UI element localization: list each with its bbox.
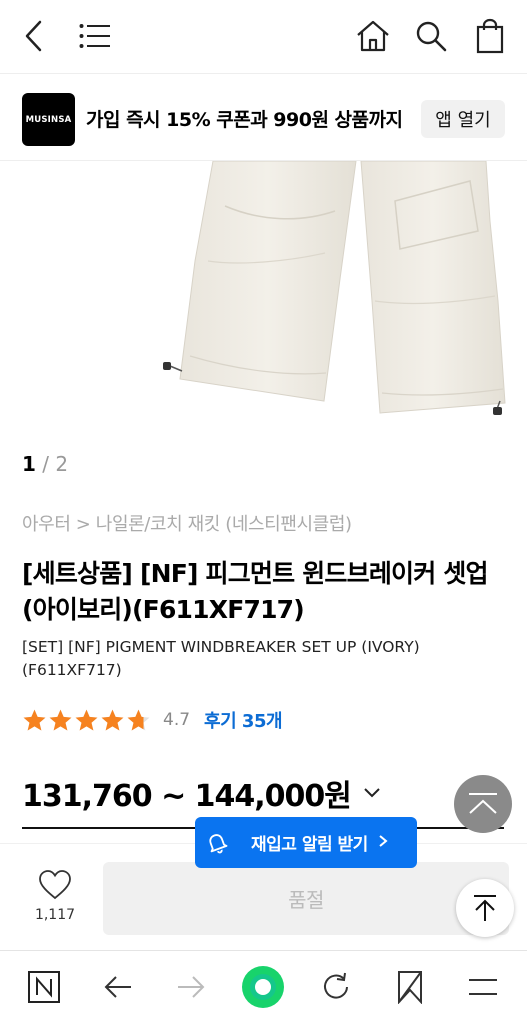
pager-current: 1 [22,452,36,476]
price-selector[interactable]: 131,760 ~ 144,000원 [22,772,381,814]
naver-n-icon[interactable] [22,965,66,1009]
bookmark-icon[interactable] [388,965,432,1009]
like-button[interactable]: 1,117 [28,869,82,923]
restock-label: 재입고 알림 받기 [251,835,368,855]
chevron-down-icon [363,787,381,799]
browser-toolbar [0,950,527,1024]
home-icon[interactable] [351,14,395,58]
arrow-top-icon [474,895,496,921]
product-subtitle: [SET] [NF] PIGMENT WINDBREAKER SET UP (I… [22,638,420,679]
star-icon [101,709,124,730]
chevron-right-icon [378,833,388,853]
soldout-button[interactable]: 품절 [103,862,509,935]
rating-row: 4.7 후기 35개 [22,704,283,736]
reviews-link[interactable]: 후기 35개 [204,707,283,733]
scroll-up-button[interactable] [454,775,512,833]
open-app-button[interactable]: 앱 열기 [421,100,505,138]
pager-total: 2 [55,452,69,476]
image-pager: 1 / 2 [22,452,68,476]
heart-icon [39,870,71,900]
restock-alert-button[interactable]: 재입고 알림 받기 [195,817,417,868]
product-title: [세트상품] [NF] 피그먼트 윈드브레이커 셋업 (아이보리)(F611XF… [22,559,489,624]
star-icon [127,709,150,730]
star-icon [23,709,46,730]
menu-icon[interactable] [73,14,117,58]
pager-separator: / [42,452,50,476]
scroll-to-top-button[interactable] [456,879,514,937]
category-breadcrumb[interactable]: 아우터 > 나일론/코치 재킷 (네스티팬시클럽) [22,510,352,536]
star-icon [49,709,72,730]
product-image[interactable] [0,161,527,426]
star-icon [75,709,98,730]
rating-score: 4.7 [163,710,191,730]
back-icon[interactable] [12,14,56,58]
back-arrow-icon[interactable] [96,965,140,1009]
forward-arrow-icon[interactable] [169,965,213,1009]
green-dot-icon[interactable] [241,965,285,1009]
shopping-bag-icon[interactable] [468,14,512,58]
musinsa-logo: MUSINSA [22,93,75,146]
refresh-icon[interactable] [314,965,358,1009]
bell-icon [209,833,228,853]
top-nav-bar [0,0,527,74]
like-count: 1,117 [34,907,76,923]
search-icon[interactable] [409,14,453,58]
promo-text: 가입 즉시 15% 쿠폰과 990원 상품까지 [86,109,403,131]
price-range: 131,760 ~ 144,000원 [22,779,352,814]
menu-icon[interactable] [461,965,505,1009]
chevron-up-icon [469,793,497,814]
app-promo-banner: MUSINSA 가입 즉시 15% 쿠폰과 990원 상품까지 앱 열기 [0,74,527,161]
rating-stars [22,708,151,733]
